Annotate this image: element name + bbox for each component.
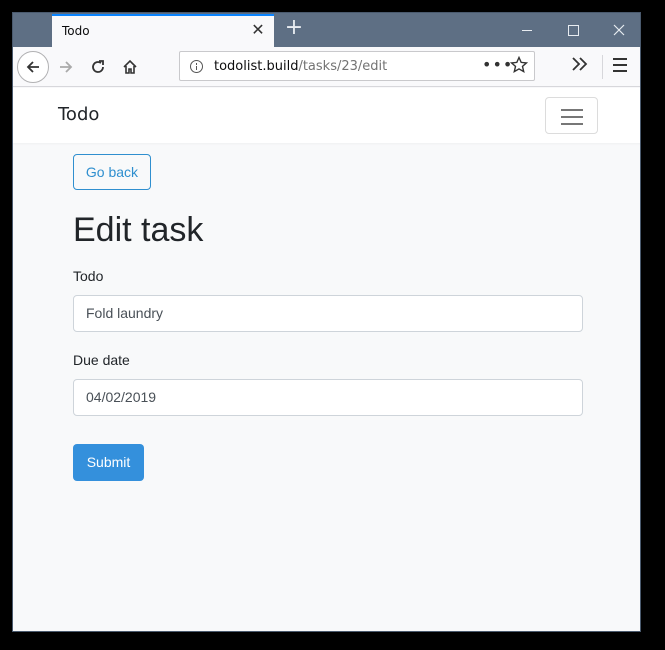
navbar-toggler-button[interactable] (545, 97, 598, 134)
todo-input[interactable]: Fold laundry (73, 295, 583, 332)
browser-window: Todo ✕ + todolist.build/tasks/23/edit ••… (12, 12, 641, 632)
tab-bar: Todo ✕ + (13, 13, 640, 47)
bookmark-star-icon[interactable] (509, 55, 529, 78)
back-arrow-icon[interactable] (17, 51, 49, 83)
new-tab-button[interactable]: + (283, 17, 305, 39)
more-icon[interactable]: ••• (482, 55, 513, 74)
hamburger-menu-icon[interactable] (613, 58, 627, 76)
minimize-icon[interactable] (504, 13, 550, 47)
url-text[interactable]: todolist.build/tasks/23/edit (214, 59, 387, 74)
brand-link[interactable]: Todo (58, 104, 99, 125)
tab-close-icon[interactable]: ✕ (248, 20, 268, 40)
go-back-button[interactable]: Go back (73, 154, 151, 190)
submit-button[interactable]: Submit (73, 444, 144, 481)
info-icon[interactable] (190, 60, 203, 73)
page-content: Todo Go back Edit task Todo Fold laundry… (13, 88, 640, 631)
url-bar[interactable]: todolist.build/tasks/23/edit ••• (179, 51, 535, 81)
home-icon[interactable] (115, 52, 145, 82)
toolbar-divider (602, 55, 603, 79)
todo-label: Todo (73, 268, 104, 284)
reload-icon[interactable] (83, 52, 113, 82)
tab-title: Todo (62, 24, 90, 38)
url-domain: todolist.build (214, 59, 299, 74)
due-date-input[interactable]: 04/02/2019 (73, 379, 583, 416)
overflow-icon[interactable] (571, 56, 589, 76)
due-date-label: Due date (73, 352, 130, 368)
site-navbar: Todo (13, 88, 640, 143)
maximize-icon[interactable] (550, 13, 596, 47)
forward-arrow-icon[interactable] (51, 52, 81, 82)
tab-todo[interactable]: Todo ✕ (52, 14, 274, 47)
url-path: /tasks/23/edit (298, 59, 388, 74)
page-title: Edit task (73, 211, 204, 249)
browser-toolbar: todolist.build/tasks/23/edit ••• (13, 47, 640, 87)
close-icon[interactable] (596, 13, 640, 47)
